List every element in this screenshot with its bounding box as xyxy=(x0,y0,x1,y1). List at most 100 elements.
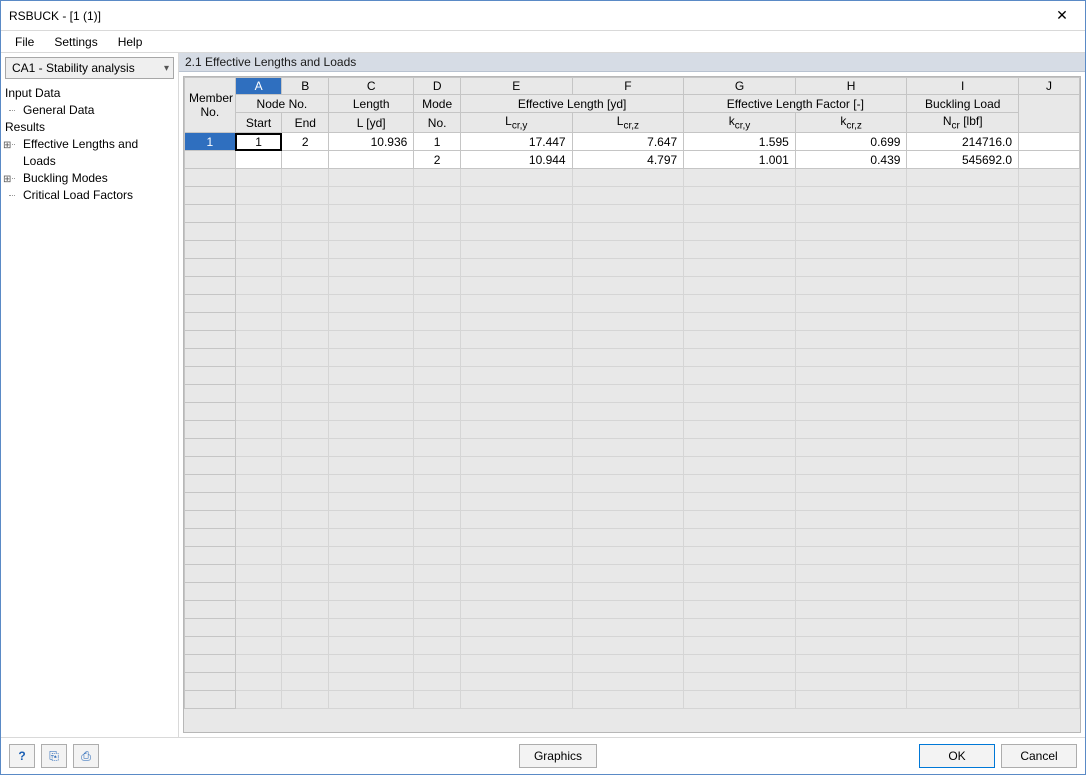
cell-empty xyxy=(235,331,282,349)
col-letter-E[interactable]: E xyxy=(460,78,572,95)
cell-L[interactable] xyxy=(329,151,414,169)
cell-blank[interactable] xyxy=(1019,133,1080,151)
cell-start[interactable] xyxy=(235,151,282,169)
menu-help[interactable]: Help xyxy=(108,33,153,51)
col-member-no[interactable]: Member No. xyxy=(185,78,236,133)
cell-lcrz[interactable]: 7.647 xyxy=(572,133,684,151)
table-row[interactable]: 2 10.944 4.797 1.001 0.439 545692.0 xyxy=(185,151,1080,169)
cell-blank[interactable] xyxy=(1019,151,1080,169)
cell-empty xyxy=(329,313,414,331)
table-row-empty xyxy=(185,547,1080,565)
cancel-button[interactable]: Cancel xyxy=(1001,744,1077,768)
col-mode[interactable]: Mode xyxy=(414,95,461,113)
cell-end[interactable] xyxy=(282,151,329,169)
col-kcrz[interactable]: kcr,z xyxy=(795,113,907,133)
row-header[interactable] xyxy=(185,151,236,169)
cell-empty xyxy=(235,241,282,259)
tree-general-data[interactable]: General Data xyxy=(5,102,174,119)
col-eff-len[interactable]: Effective Length [yd] xyxy=(460,95,683,113)
cell-end[interactable]: 2 xyxy=(282,133,329,151)
col-letter-F[interactable]: F xyxy=(572,78,684,95)
col-j-blank[interactable] xyxy=(1019,95,1080,133)
cell-empty xyxy=(684,367,796,385)
close-button[interactable]: ✕ xyxy=(1039,1,1085,31)
tree-buckling-modes[interactable]: Buckling Modes xyxy=(5,170,174,187)
case-combo[interactable]: CA1 - Stability analysis ▾ xyxy=(5,57,174,79)
graphics-button[interactable]: Graphics xyxy=(519,744,597,768)
cell-kcrz[interactable]: 0.699 xyxy=(795,133,907,151)
tree-critical-load-factors[interactable]: Critical Load Factors xyxy=(5,187,174,204)
col-kcry[interactable]: kcr,y xyxy=(684,113,796,133)
col-letter-D[interactable]: D xyxy=(414,78,461,95)
col-ncr[interactable]: Ncr [lbf] xyxy=(907,113,1019,133)
cell-lcrz[interactable]: 4.797 xyxy=(572,151,684,169)
cell-empty xyxy=(282,205,329,223)
cell-empty xyxy=(185,547,236,565)
results-grid[interactable]: Member No. A B C D E F G H I J xyxy=(184,77,1080,709)
table-row[interactable]: 1 1 2 10.936 1 17.447 7.647 1.595 0.699 … xyxy=(185,133,1080,151)
cell-empty xyxy=(329,259,414,277)
cell-mode[interactable]: 1 xyxy=(414,133,461,151)
col-node-no[interactable]: Node No. xyxy=(235,95,328,113)
cell-empty xyxy=(684,331,796,349)
col-mode-no[interactable]: No. xyxy=(414,113,461,133)
cell-kcry[interactable]: 1.595 xyxy=(684,133,796,151)
menu-file[interactable]: File xyxy=(5,33,44,51)
cell-start[interactable]: 1 xyxy=(235,133,282,151)
cell-empty xyxy=(1019,439,1080,457)
cell-ncr[interactable]: 545692.0 xyxy=(907,151,1019,169)
menu-settings[interactable]: Settings xyxy=(44,33,107,51)
cell-empty xyxy=(684,241,796,259)
col-letter-C[interactable]: C xyxy=(329,78,414,95)
cell-empty xyxy=(460,331,572,349)
results-grid-scroll[interactable]: Member No. A B C D E F G H I J xyxy=(184,77,1080,732)
cell-kcry[interactable]: 1.001 xyxy=(684,151,796,169)
cell-empty xyxy=(282,511,329,529)
row-header[interactable]: 1 xyxy=(185,133,236,151)
cell-kcrz[interactable]: 0.439 xyxy=(795,151,907,169)
cell-empty xyxy=(460,313,572,331)
cell-empty xyxy=(1019,205,1080,223)
tree-input-data[interactable]: Input Data xyxy=(5,85,174,102)
cell-empty xyxy=(572,349,684,367)
cell-empty xyxy=(572,547,684,565)
cell-empty xyxy=(684,259,796,277)
help-button[interactable]: ? xyxy=(9,744,35,768)
tree-effective-lengths[interactable]: Effective Lengths and Loads xyxy=(5,136,174,170)
col-length[interactable]: Length xyxy=(329,95,414,113)
cell-lcry[interactable]: 10.944 xyxy=(460,151,572,169)
col-start[interactable]: Start xyxy=(235,113,282,133)
cell-empty xyxy=(282,259,329,277)
col-letter-A[interactable]: A xyxy=(235,78,282,95)
cell-empty xyxy=(684,673,796,691)
table-row-empty xyxy=(185,331,1080,349)
export-button-2[interactable]: ⎙ xyxy=(73,744,99,768)
cell-empty xyxy=(329,601,414,619)
col-letter-H[interactable]: H xyxy=(795,78,907,95)
col-letter-I[interactable]: I xyxy=(907,78,1019,95)
cell-empty xyxy=(907,691,1019,709)
col-lcrz[interactable]: Lcr,z xyxy=(572,113,684,133)
col-length-u[interactable]: L [yd] xyxy=(329,113,414,133)
col-end[interactable]: End xyxy=(282,113,329,133)
cell-empty xyxy=(795,637,907,655)
col-letter-J[interactable]: J xyxy=(1019,78,1080,95)
col-letter-G[interactable]: G xyxy=(684,78,796,95)
cell-empty xyxy=(907,475,1019,493)
col-lcry[interactable]: Lcr,y xyxy=(460,113,572,133)
tree-results[interactable]: Results xyxy=(5,119,174,136)
col-letter-B[interactable]: B xyxy=(282,78,329,95)
ok-button[interactable]: OK xyxy=(919,744,995,768)
cell-ncr[interactable]: 214716.0 xyxy=(907,133,1019,151)
table-row-empty xyxy=(185,457,1080,475)
nav-tree: Input Data General Data Results Effectiv… xyxy=(1,83,178,737)
cell-lcry[interactable]: 17.447 xyxy=(460,133,572,151)
cell-empty xyxy=(414,475,461,493)
export-button-1[interactable]: ⎘ xyxy=(41,744,67,768)
cell-empty xyxy=(684,475,796,493)
col-eff-fac[interactable]: Effective Length Factor [-] xyxy=(684,95,907,113)
cell-mode[interactable]: 2 xyxy=(414,151,461,169)
cell-empty xyxy=(185,565,236,583)
cell-L[interactable]: 10.936 xyxy=(329,133,414,151)
col-buck-load[interactable]: Buckling Load xyxy=(907,95,1019,113)
